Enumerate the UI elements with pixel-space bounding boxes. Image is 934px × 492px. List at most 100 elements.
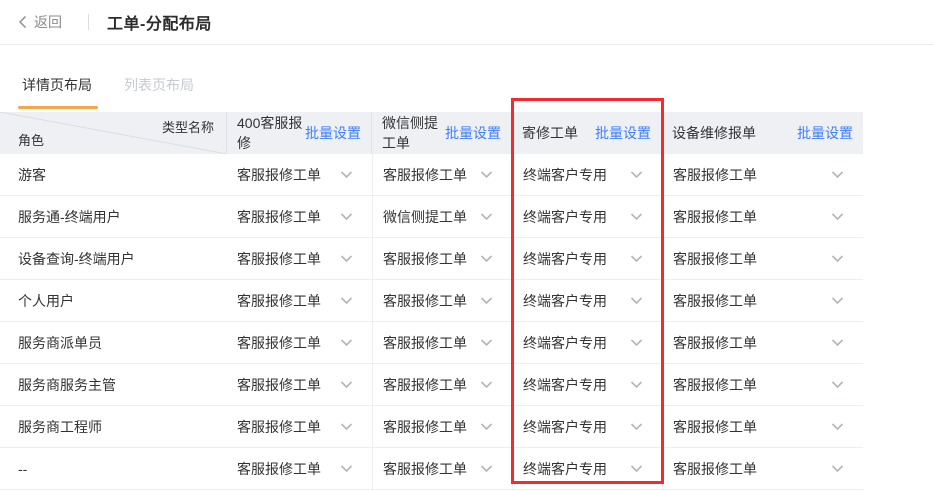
corner-type-label: 类型名称 [161, 120, 214, 135]
batch-settings-link[interactable]: 批量设置 [797, 123, 853, 143]
chevron-down-icon [480, 212, 493, 221]
chevron-down-icon [340, 380, 353, 389]
workorder-type-select[interactable]: 客服报修工单 [373, 291, 512, 311]
workorder-type-select[interactable]: 终端客户专用 [513, 291, 662, 311]
workorder-type-select[interactable]: 客服报修工单 [227, 165, 372, 185]
role-label: 设备查询-终端用户 [18, 250, 135, 267]
selected-value: 终端客户专用 [523, 292, 607, 309]
tab-list-page-layout[interactable]: 列表页布局 [122, 75, 196, 109]
selected-value: 客服报修工单 [383, 334, 467, 351]
workorder-type-select[interactable]: 客服报修工单 [663, 207, 863, 227]
chevron-down-icon [630, 380, 643, 389]
column-header-equipment: 设备维修报单 批量设置 [662, 112, 863, 154]
selected-value: 终端客户专用 [523, 376, 607, 393]
chevron-down-icon [480, 296, 493, 305]
chevron-down-icon [340, 212, 353, 221]
tab-detail-page-layout[interactable]: 详情页布局 [18, 75, 98, 109]
chevron-down-icon [480, 170, 493, 179]
chevron-down-icon [630, 296, 643, 305]
layout-cell: 客服报修工单 [227, 196, 372, 237]
workorder-type-select[interactable]: 客服报修工单 [227, 207, 372, 227]
workorder-type-select[interactable]: 终端客户专用 [513, 459, 662, 479]
workorder-type-select[interactable]: 客服报修工单 [227, 417, 372, 437]
selected-value: 终端客户专用 [523, 250, 607, 267]
layout-cell: 客服报修工单 [662, 364, 863, 405]
workorder-type-select[interactable]: 客服报修工单 [663, 165, 863, 185]
workorder-type-select[interactable]: 客服报修工单 [663, 459, 863, 479]
selected-value: 客服报修工单 [673, 292, 757, 309]
workorder-type-select[interactable]: 客服报修工单 [663, 333, 863, 353]
layout-cell: 客服报修工单 [372, 322, 512, 363]
layout-cell: 客服报修工单 [372, 280, 512, 321]
workorder-type-select[interactable]: 终端客户专用 [513, 333, 662, 353]
layout-cell: 终端客户专用 [512, 154, 662, 195]
layout-cell: 客服报修工单 [662, 154, 863, 195]
corner-role-label: 角色 [18, 133, 45, 148]
workorder-type-select[interactable]: 客服报修工单 [227, 333, 372, 353]
column-header-mailin: 寄修工单 批量设置 [512, 112, 662, 154]
workorder-type-select[interactable]: 客服报修工单 [373, 417, 512, 437]
table-header: 类型名称 角色 400客服报修 批量设置 微信侧提工单 批量设置 寄修工单 批量… [0, 112, 863, 154]
layout-cell: 客服报修工单 [662, 322, 863, 363]
layout-cell: 客服报修工单 [372, 406, 512, 447]
workorder-type-select[interactable]: 终端客户专用 [513, 249, 662, 269]
role-label: 服务通-终端用户 [18, 208, 121, 225]
selected-value: 终端客户专用 [523, 460, 607, 477]
selected-value: 客服报修工单 [237, 334, 321, 351]
role-label: -- [18, 460, 28, 477]
chevron-down-icon [630, 464, 643, 473]
chevron-down-icon [831, 254, 844, 263]
workorder-type-select[interactable]: 客服报修工单 [663, 249, 863, 269]
title-divider [88, 14, 89, 30]
table-row: -- 客服报修工单 客服报修工单 终端客户专用 客服报修工单 [0, 448, 863, 490]
selected-value: 客服报修工单 [383, 460, 467, 477]
workorder-type-select[interactable]: 客服报修工单 [373, 249, 512, 269]
layout-cell: 客服报修工单 [372, 154, 512, 195]
workorder-type-select[interactable]: 客服报修工单 [663, 375, 863, 395]
role-label: 服务商工程师 [18, 418, 102, 435]
workorder-type-select[interactable]: 微信侧提工单 [373, 207, 512, 227]
batch-settings-link[interactable]: 批量设置 [595, 123, 651, 143]
workorder-type-select[interactable]: 终端客户专用 [513, 417, 662, 437]
layout-cell: 终端客户专用 [512, 406, 662, 447]
workorder-type-select[interactable]: 客服报修工单 [227, 291, 372, 311]
selected-value: 客服报修工单 [237, 376, 321, 393]
selected-value: 客服报修工单 [237, 418, 321, 435]
workorder-type-select[interactable]: 客服报修工单 [663, 291, 863, 311]
workorder-type-select[interactable]: 客服报修工单 [227, 459, 372, 479]
chevron-down-icon [340, 422, 353, 431]
batch-settings-link[interactable]: 批量设置 [305, 123, 361, 143]
workorder-type-select[interactable]: 客服报修工单 [373, 333, 512, 353]
layout-cell: 客服报修工单 [662, 406, 863, 447]
chevron-down-icon [630, 254, 643, 263]
chevron-down-icon [340, 170, 353, 179]
workorder-type-select[interactable]: 客服报修工单 [227, 375, 372, 395]
table-row: 游客 客服报修工单 客服报修工单 终端客户专用 客服报修工单 [0, 154, 863, 196]
role-label: 服务商派单员 [18, 334, 102, 351]
column-header-wechat: 微信侧提工单 批量设置 [372, 112, 512, 154]
corner-header-cell: 类型名称 角色 [0, 112, 227, 154]
workorder-type-select[interactable]: 终端客户专用 [513, 207, 662, 227]
layout-cell: 终端客户专用 [512, 364, 662, 405]
layout-cell: 客服报修工单 [227, 154, 372, 195]
workorder-type-select[interactable]: 客服报修工单 [373, 165, 512, 185]
batch-settings-link[interactable]: 批量设置 [445, 123, 501, 143]
column-header-400: 400客服报修 批量设置 [227, 112, 372, 154]
chevron-down-icon [831, 338, 844, 347]
workorder-type-select[interactable]: 客服报修工单 [663, 417, 863, 437]
workorder-type-select[interactable]: 终端客户专用 [513, 375, 662, 395]
back-button[interactable]: 返回 [18, 12, 62, 32]
workorder-type-select[interactable]: 终端客户专用 [513, 165, 662, 185]
layout-cell: 终端客户专用 [512, 322, 662, 363]
workorder-type-select[interactable]: 客服报修工单 [373, 375, 512, 395]
table-row: 服务商工程师 客服报修工单 客服报修工单 终端客户专用 客服报修工单 [0, 406, 863, 448]
workorder-type-select[interactable]: 客服报修工单 [227, 249, 372, 269]
selected-value: 客服报修工单 [383, 250, 467, 267]
selected-value: 客服报修工单 [673, 418, 757, 435]
layout-cell: 终端客户专用 [512, 238, 662, 279]
page-title: 工单-分配布局 [107, 16, 212, 33]
selected-value: 客服报修工单 [237, 292, 321, 309]
workorder-type-select[interactable]: 客服报修工单 [373, 459, 512, 479]
selected-value: 客服报修工单 [673, 166, 757, 183]
layout-cell: 客服报修工单 [662, 196, 863, 237]
